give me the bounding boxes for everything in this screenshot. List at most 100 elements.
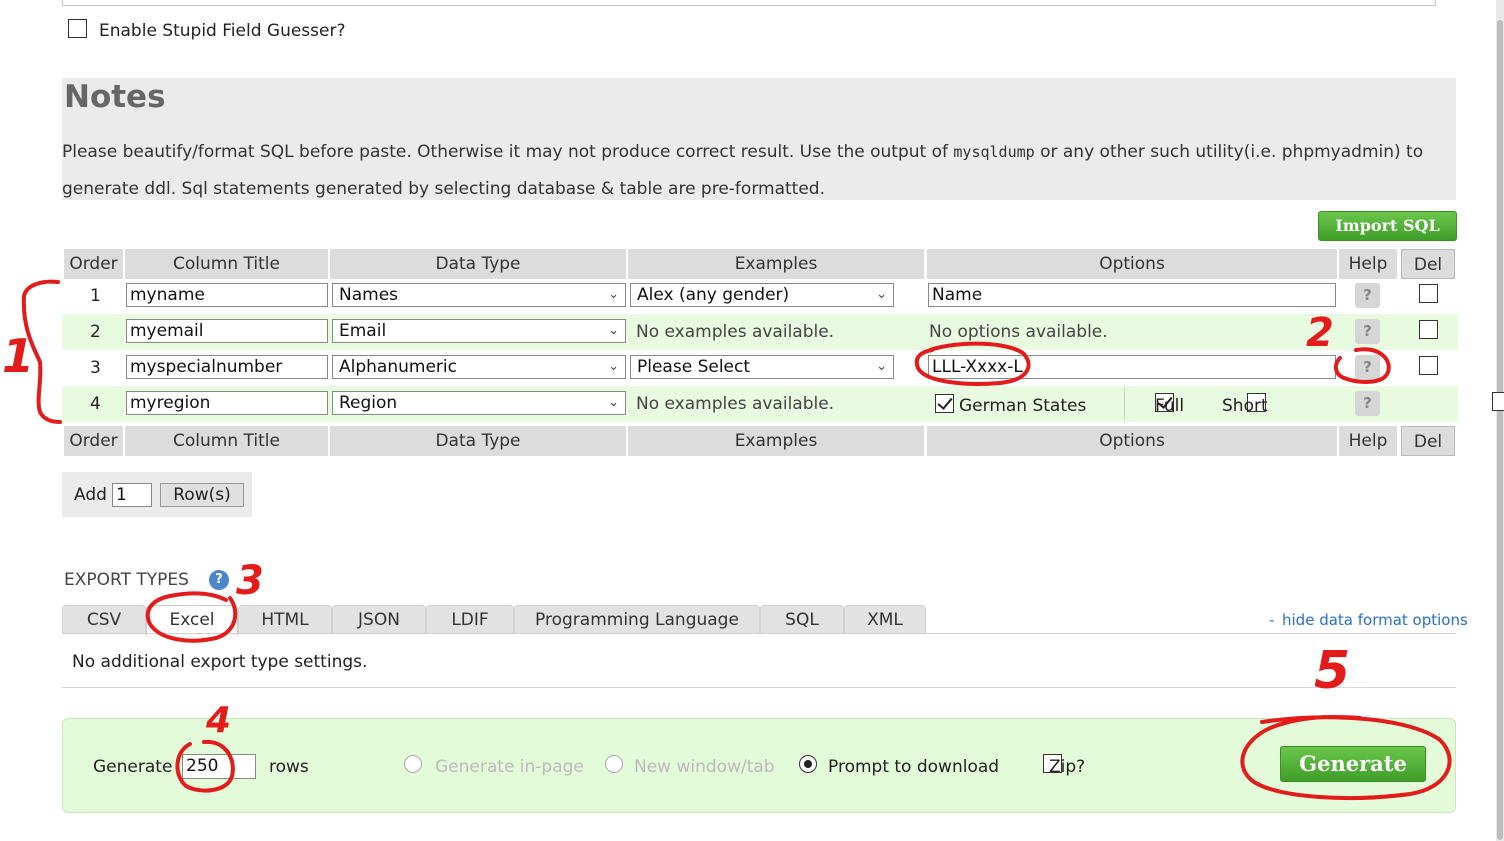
tab-html[interactable]: HTML [238,605,332,634]
generate-label: Generate [93,757,173,777]
header-data-type: Data Type [330,249,626,279]
column-title-input[interactable]: myspecialnumber [126,355,328,379]
chevron-down-icon: ⌄ [608,395,619,410]
hide-data-format-link[interactable]: hide data format options [1282,611,1468,629]
add-rows-count-input[interactable]: 1 [112,483,152,507]
generate-in-page-radio[interactable] [404,755,422,773]
annotation-number-5: 5 [1314,641,1350,701]
notes-panel: Notes Please beautify/format SQL before … [62,78,1456,200]
chevron-down-icon: ⌄ [876,359,887,374]
examples-text: No examples available. [636,322,835,342]
generate-rows-input[interactable]: 250 [182,754,256,779]
notes-code: mysqldump [953,143,1035,161]
options-text: No options available. [929,322,1108,342]
examples-select[interactable]: Alex (any gender) ⌄ [630,283,894,307]
column-title-input[interactable]: myname [126,283,328,307]
generate-button[interactable]: Generate [1280,746,1426,782]
page-scrollbar-thumb[interactable] [1497,20,1503,840]
header-column-title: Column Title [125,426,328,456]
rows-label: rows [269,757,309,777]
tab-csv[interactable]: CSV [62,605,146,634]
row-order: 4 [90,394,101,414]
annotation-number-1: 1 [2,329,34,383]
short-label: Short [1222,396,1268,416]
header-examples: Examples [628,249,924,279]
german-states-checkbox[interactable] [935,394,954,413]
import-sql-button[interactable]: Import SQL [1318,211,1457,241]
delete-row-checkbox[interactable] [1492,392,1504,411]
column-title-input[interactable]: myregion [126,391,328,415]
options-divider [1124,389,1125,419]
header-del[interactable]: Del [1401,426,1455,456]
table-row: 2 myemail Email ⌄ No examples available. … [62,314,1458,350]
tab-excel[interactable]: Excel [146,605,238,636]
chevron-down-icon: ⌄ [608,359,619,374]
delete-row-checkbox[interactable] [1419,284,1438,303]
header-column-title: Column Title [125,249,328,279]
add-rows-panel: Add 1 Row(s) [62,472,252,517]
table-row: 3 myspecialnumber Alphanumeric ⌄ Please S… [62,350,1458,386]
grid-header-bottom: Order Column Title Data Type Examples Op… [62,425,1458,461]
help-icon[interactable]: ? [1355,319,1380,344]
export-types-heading: EXPORT TYPES [64,570,189,590]
data-type-select[interactable]: Alphanumeric ⌄ [332,355,626,379]
header-help: Help [1339,249,1397,279]
field-guesser-checkbox[interactable] [68,19,87,38]
hide-link-prefix: - [1269,611,1275,629]
section-divider [62,687,1456,688]
chevron-down-icon: ⌄ [608,323,619,338]
header-examples: Examples [628,426,924,456]
data-type-select[interactable]: Names ⌄ [332,283,626,307]
help-icon[interactable]: ? [1355,391,1380,416]
tab-programming-language[interactable]: Programming Language [514,605,760,634]
notes-title: Notes [64,79,166,115]
add-rows-button[interactable]: Row(s) [160,483,244,507]
help-icon[interactable]: ? [1355,283,1380,308]
annotation-number-3: 3 [236,558,264,604]
full-label: Full [1155,396,1185,416]
header-data-type: Data Type [330,426,626,456]
row-order: 3 [90,358,101,378]
zip-label: Zip? [1049,757,1086,777]
options-input[interactable]: Name [928,283,1336,307]
tab-json[interactable]: JSON [332,605,426,634]
tab-divider [62,633,1456,634]
header-del[interactable]: Del [1401,249,1455,279]
chevron-down-icon: ⌄ [876,287,887,302]
new-window-radio[interactable] [605,755,623,773]
options-input[interactable]: LLL-Xxxx-L [928,355,1336,379]
table-row: 1 myname Names ⌄ Alex (any gender) ⌄ Name … [62,278,1458,314]
data-type-select[interactable]: Email ⌄ [332,319,626,343]
help-icon[interactable]: ? [209,570,229,590]
generate-in-page-label: Generate in-page [435,757,584,777]
german-states-label: German States [959,396,1087,416]
column-title-input[interactable]: myemail [126,319,328,343]
tab-sql[interactable]: SQL [760,605,844,634]
add-label: Add [74,485,107,505]
header-order: Order [64,249,123,279]
delete-row-checkbox[interactable] [1419,320,1438,339]
header-order: Order [64,426,123,456]
textarea-bottom-edge [62,0,1436,6]
tab-xml[interactable]: XML [844,605,926,634]
examples-select[interactable]: Please Select ⌄ [630,355,894,379]
table-row: 4 myregion Region ⌄ No examples available… [62,386,1504,422]
delete-row-checkbox[interactable] [1419,356,1438,375]
annotation-bracket [21,279,62,424]
tab-ldif[interactable]: LDIF [426,605,514,634]
new-window-label: New window/tab [634,757,775,777]
notes-text: Please beautify/format SQL before paste.… [62,142,1424,199]
header-options: Options [927,249,1337,279]
examples-text: No examples available. [636,394,835,414]
prompt-download-radio[interactable] [799,755,817,773]
chevron-down-icon: ⌄ [608,287,619,302]
row-order: 2 [90,322,101,342]
data-type-select[interactable]: Region ⌄ [332,391,626,415]
row-order: 1 [90,286,101,306]
field-guesser-label: Enable Stupid Field Guesser? [99,21,346,41]
header-options: Options [927,426,1337,456]
prompt-download-label: Prompt to download [828,757,1000,777]
header-help: Help [1339,426,1397,456]
help-icon[interactable]: ? [1355,355,1380,380]
export-settings-text: No additional export type settings. [72,652,368,672]
